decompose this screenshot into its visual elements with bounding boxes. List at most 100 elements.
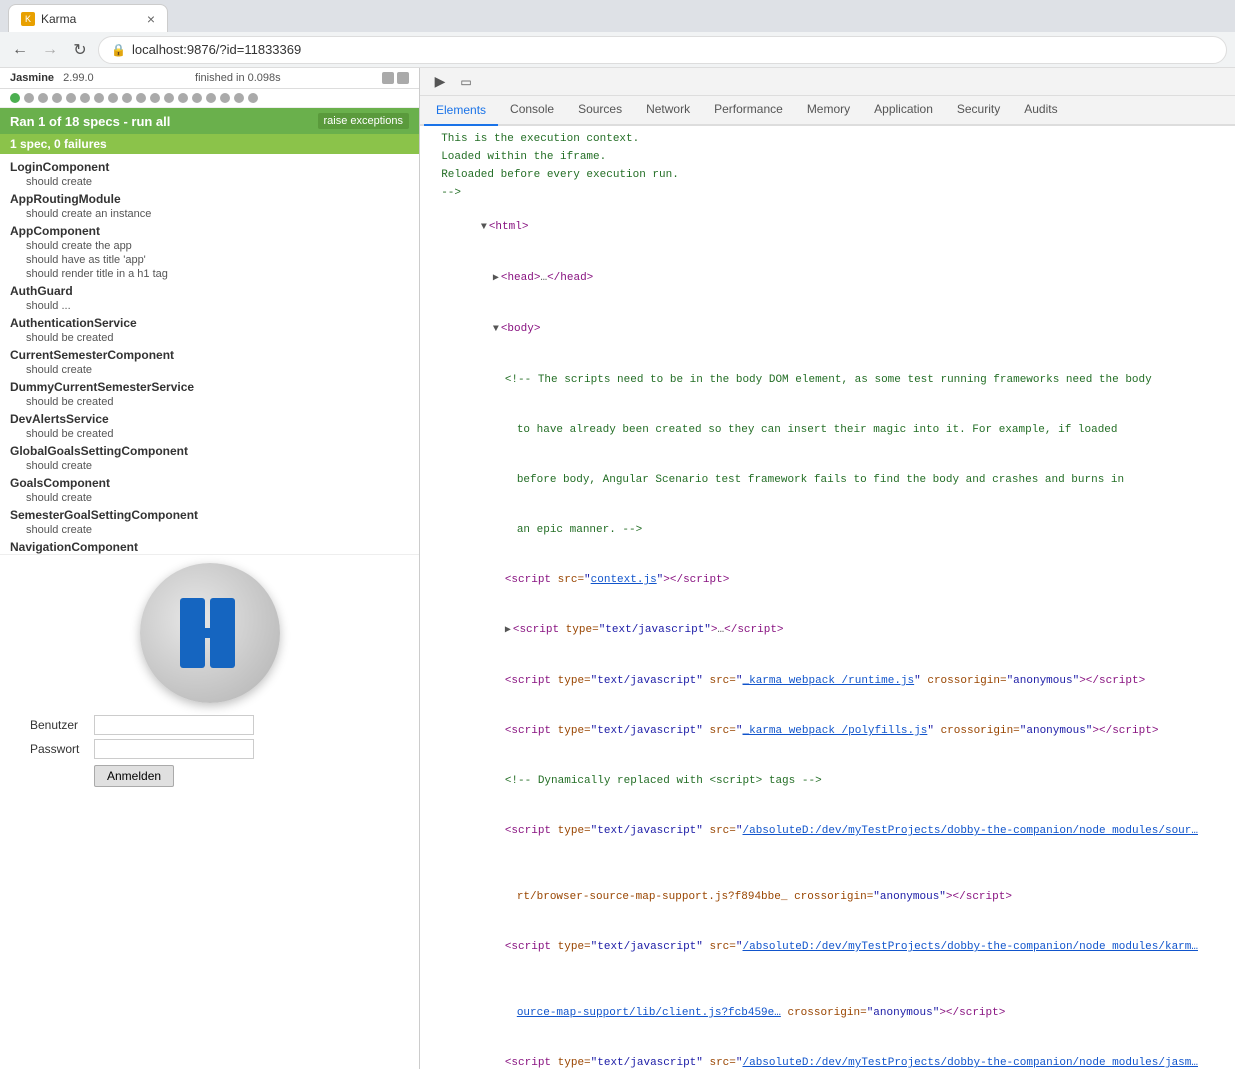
suite-name: SemesterGoalSettingComponent [10,507,409,523]
back-button[interactable]: ← [8,38,32,62]
lock-icon: 🔒 [111,43,126,57]
test-suite-navigation: NavigationComponent should create [0,538,419,554]
username-input[interactable] [94,715,254,735]
reload-button[interactable]: ↻ [68,38,92,62]
test-suite-currentsemester: CurrentSemesterComponent should create [0,346,419,378]
html-line[interactable]: ource-map-support/lib/client.js?fcb459e…… [420,988,1235,1038]
test-suite-globalgoals: GlobalGoalsSettingComponent should creat… [0,442,419,474]
html-line[interactable]: <script type="text/javascript" src="_kar… [420,656,1235,706]
suite-name: DevAlertsService [10,411,409,427]
test-case[interactable]: should create an instance [10,207,409,221]
username-row: Benutzer [30,715,389,735]
karma-status: finished in 0.098s [195,72,281,84]
browser-tab[interactable]: K Karma × [8,4,168,32]
tab-elements[interactable]: Elements [424,96,498,126]
tab-console[interactable]: Console [498,94,566,124]
dot-7 [94,93,104,103]
html-line[interactable]: ▼<html> [420,202,1235,253]
inspect-element-button[interactable]: ▶ [428,70,452,94]
browser-toolbar: ← → ↻ 🔒 localhost:9876/?id=11833369 [0,32,1235,68]
dot-16 [220,93,230,103]
url-text: localhost:9876/?id=11833369 [132,42,301,57]
tab-title: Karma [41,12,76,26]
karma-logo-circle [140,563,280,703]
test-suite-semestergoal: SemesterGoalSettingComponent should crea… [0,506,419,538]
html-line: before body, Angular Scenario test frame… [420,455,1235,505]
dot-6 [80,93,90,103]
html-line[interactable]: <script type="text/javascript" src="/abs… [420,922,1235,988]
devtools-toolbar: ▶ ▭ [420,68,1235,96]
device-toolbar-button[interactable]: ▭ [454,70,478,94]
suite-name: GoalsComponent [10,475,409,491]
karma-summary-text: Ran 1 of 18 specs - run all [10,114,170,129]
test-case[interactable]: should render title in a h1 tag [10,267,409,281]
username-label: Benutzer [30,718,94,732]
suite-name: LoginComponent [10,159,409,175]
tab-performance[interactable]: Performance [702,94,795,124]
karma-logo-area: Benutzer Passwort Anmelden [0,554,419,797]
tab-close-icon[interactable]: × [147,11,155,27]
html-line[interactable]: ▶<head>…</head> [420,253,1235,304]
test-case[interactable]: should be created [10,427,409,441]
test-suite-devalerts: DevAlertsService should be created [0,410,419,442]
dot-13 [178,93,188,103]
main-content: Jasmine 2.99.0 finished in 0.098s [0,68,1235,1069]
test-case[interactable]: should create [10,363,409,377]
dot-9 [122,93,132,103]
test-case[interactable]: should create [10,523,409,537]
suite-name: AppComponent [10,223,409,239]
suite-name: AppRoutingModule [10,191,409,207]
karma-window-controls [382,72,409,84]
dot-2 [24,93,34,103]
karma-panel: Jasmine 2.99.0 finished in 0.098s [0,68,420,1069]
karma-dots-row [0,89,419,108]
forward-button[interactable]: → [38,38,62,62]
test-suite-authservice: AuthenticationService should be created [0,314,419,346]
html-line[interactable]: <script type="text/javascript" src="_kar… [420,706,1235,756]
test-suite-approuting: AppRoutingModule should create an instan… [0,190,419,222]
html-line: <!-- The scripts need to be in the body … [420,355,1235,405]
test-list: LoginComponent should create AppRoutingM… [0,154,419,554]
html-line[interactable]: <script type="text/javascript" src="/abs… [420,1038,1235,1069]
karma-version: 2.99.0 [63,72,94,84]
tab-network[interactable]: Network [634,94,702,124]
html-line[interactable]: rt/browser-source-map-support.js?f894bbe… [420,872,1235,922]
password-row: Passwort [30,739,389,759]
test-case[interactable]: should be created [10,395,409,409]
tab-security[interactable]: Security [945,94,1012,124]
test-case[interactable]: should have as title 'app' [10,253,409,267]
html-line: <!-- Dynamically replaced with <script> … [420,756,1235,806]
password-input[interactable] [94,739,254,759]
html-line[interactable]: <script src="context.js"></script> [420,555,1235,605]
submit-button[interactable]: Anmelden [94,765,174,787]
test-case[interactable]: should create [10,459,409,473]
test-case[interactable]: should create [10,491,409,505]
suite-name: NavigationComponent [10,539,409,554]
test-case[interactable]: should create [10,175,409,189]
html-line[interactable]: ▼<body> [420,304,1235,355]
tab-sources[interactable]: Sources [566,94,634,124]
test-case[interactable]: should ... [10,299,409,313]
tab-audits[interactable]: Audits [1012,94,1069,124]
test-case[interactable]: should be created [10,331,409,345]
karma-success-bar: 1 spec, 0 failures [0,134,419,154]
dot-14 [192,93,202,103]
tab-favicon: K [21,12,35,26]
address-bar[interactable]: 🔒 localhost:9876/?id=11833369 [98,36,1227,64]
test-case[interactable]: should create the app [10,239,409,253]
devtools-content[interactable]: This is the execution context. Loaded wi… [420,126,1235,1069]
tab-memory[interactable]: Memory [795,94,862,124]
test-suite-login: LoginComponent should create [0,158,419,190]
raise-exceptions-button[interactable]: raise exceptions [318,113,410,129]
maximize-icon[interactable] [397,72,409,84]
minimize-icon[interactable] [382,72,394,84]
html-line[interactable]: ▶<script type="text/javascript">…</scrip… [420,605,1235,656]
dot-10 [136,93,146,103]
password-label: Passwort [30,742,94,756]
dot-18 [248,93,258,103]
devtools-panel: ▶ ▭ Elements Console Sources Network Per… [420,68,1235,1069]
jasmine-label: Jasmine 2.99.0 [10,72,94,84]
dot-17 [234,93,244,103]
tab-application[interactable]: Application [862,94,945,124]
html-line[interactable]: <script type="text/javascript" src="/abs… [420,806,1235,872]
